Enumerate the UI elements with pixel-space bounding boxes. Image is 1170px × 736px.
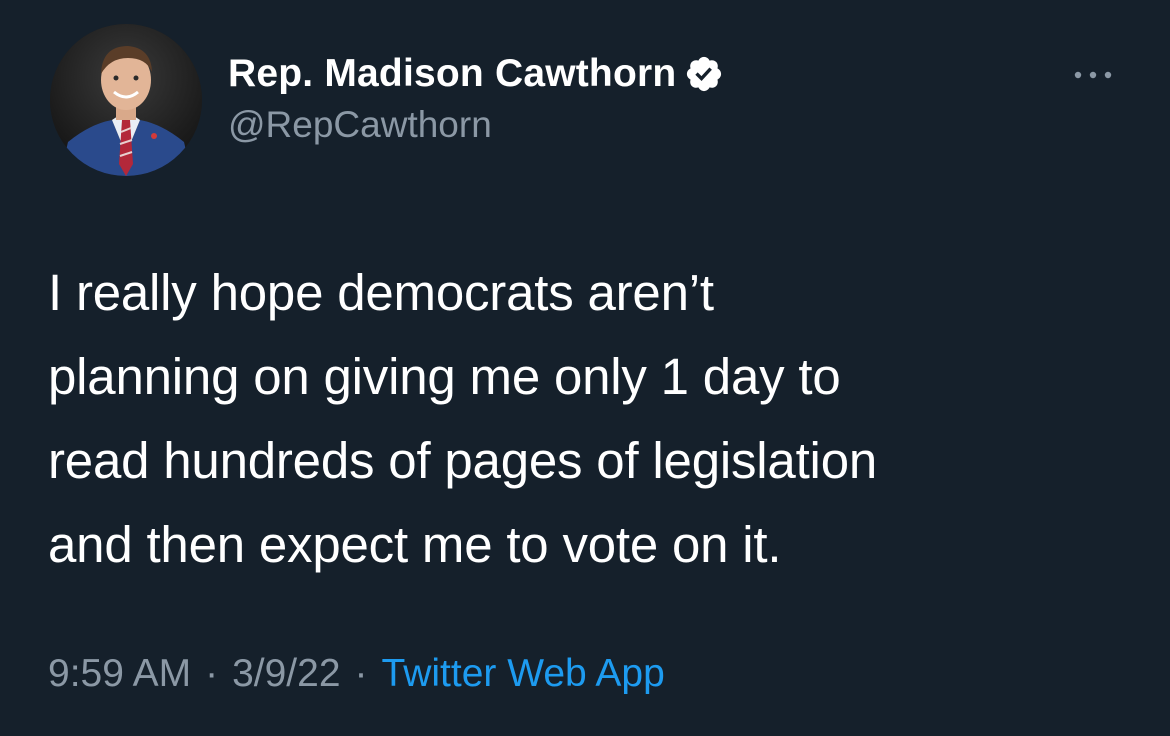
tweet-metadata: 9:59 AM · 3/9/22 · Twitter Web App bbox=[48, 652, 665, 696]
tweet-card: Rep. Madison Cawthorn @RepCawthorn I rea… bbox=[0, 0, 1170, 736]
verified-badge-icon bbox=[684, 54, 724, 94]
profile-photo-icon bbox=[50, 24, 202, 176]
more-options-button[interactable] bbox=[1068, 60, 1118, 90]
author-handle[interactable]: @RepCawthorn bbox=[228, 104, 492, 146]
tweet-date[interactable]: 3/9/22 bbox=[232, 652, 340, 696]
avatar[interactable] bbox=[50, 24, 202, 176]
meta-separator: · bbox=[205, 652, 219, 695]
author-display-name[interactable]: Rep. Madison Cawthorn bbox=[228, 52, 676, 96]
tweet-source-link[interactable]: Twitter Web App bbox=[382, 652, 665, 696]
tweet-text: I really hope democrats aren’t planning … bbox=[48, 264, 878, 573]
author-name-row: Rep. Madison Cawthorn bbox=[228, 50, 724, 98]
tweet-time[interactable]: 9:59 AM bbox=[48, 652, 191, 696]
meta-separator: · bbox=[354, 652, 368, 695]
more-horizontal-icon bbox=[1074, 71, 1112, 79]
